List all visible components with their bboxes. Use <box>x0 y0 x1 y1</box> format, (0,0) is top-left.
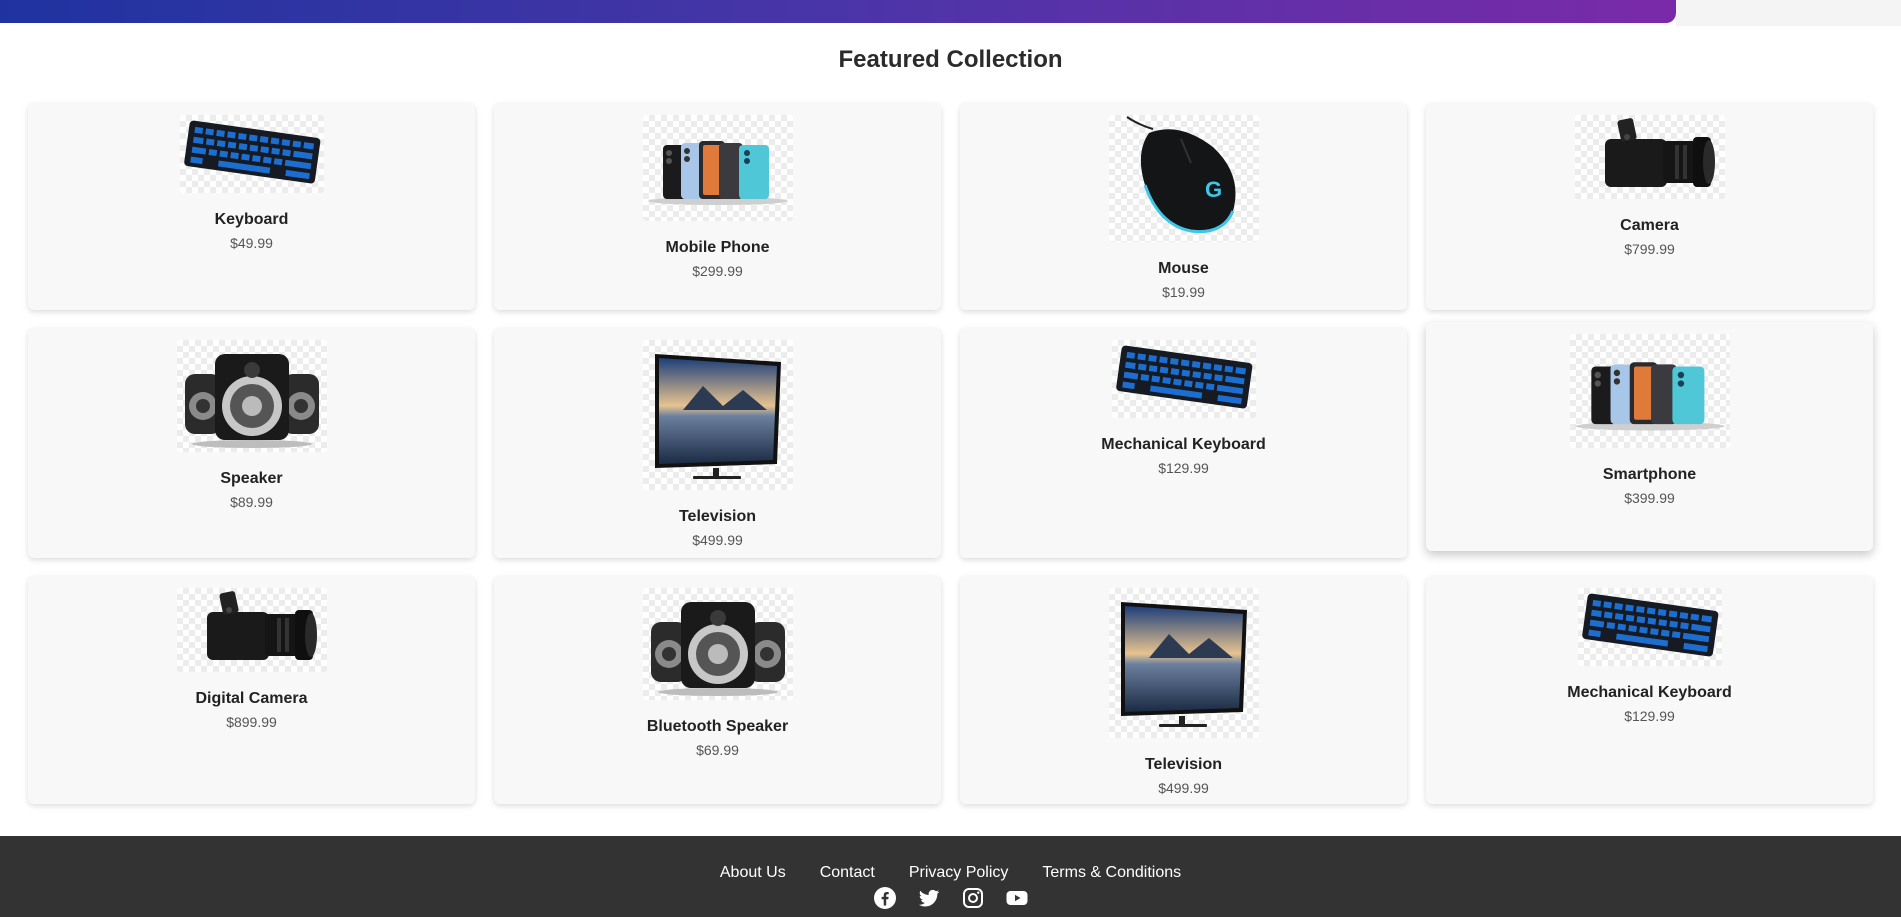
product-image-keyboard <box>1577 588 1722 666</box>
product-price: $499.99 <box>692 532 743 548</box>
product-price: $899.99 <box>226 714 277 730</box>
product-name: Camera <box>1620 217 1679 234</box>
footer-link-about-us[interactable]: About Us <box>720 864 786 882</box>
product-card[interactable]: Mechanical Keyboard $129.99 <box>960 328 1407 558</box>
product-price: $89.99 <box>230 494 273 510</box>
product-price: $129.99 <box>1624 708 1675 724</box>
youtube-icon[interactable] <box>1005 886 1029 910</box>
product-name: Keyboard <box>214 211 289 228</box>
product-image-phones <box>642 115 793 221</box>
product-card[interactable]: Mobile Phone $299.99 <box>494 103 941 310</box>
product-name: Bluetooth Speaker <box>646 718 789 735</box>
product-row: Digital Camera $899.99 Bluetooth Speaker… <box>28 576 1874 804</box>
product-name: Television <box>1144 756 1223 773</box>
product-name: Mouse <box>1158 260 1209 277</box>
instagram-icon[interactable] <box>961 886 985 910</box>
product-row: Keyboard $49.99 Mobile Phone $299.99 G M… <box>28 103 1874 310</box>
product-price: $69.99 <box>696 742 739 758</box>
product-price: $19.99 <box>1162 284 1205 300</box>
product-name: Television <box>678 508 757 525</box>
product-name: Speaker <box>220 470 283 487</box>
product-grid: Keyboard $49.99 Mobile Phone $299.99 G M… <box>28 103 1874 822</box>
product-card[interactable]: Television $499.99 <box>494 328 941 558</box>
product-image-mouse: G <box>1108 115 1259 242</box>
product-card[interactable]: Digital Camera $899.99 <box>28 576 475 804</box>
footer-link-contact[interactable]: Contact <box>820 864 875 882</box>
product-image-keyboard <box>179 115 324 193</box>
page-title: Featured Collection <box>838 46 1063 73</box>
product-card[interactable]: Smartphone $399.99 <box>1426 322 1873 551</box>
product-image-television <box>1108 588 1259 738</box>
product-image-camera <box>176 588 327 672</box>
product-price: $49.99 <box>230 235 273 251</box>
footer-nav: About Us Contact Privacy Policy Terms & … <box>0 864 1901 882</box>
social-links <box>0 886 1901 910</box>
product-name: Digital Camera <box>195 690 308 707</box>
header-bar-gap <box>1676 0 1901 26</box>
product-price: $799.99 <box>1624 241 1675 257</box>
product-image-speaker <box>176 340 327 452</box>
product-image-phones <box>1569 334 1730 448</box>
svg-text:G: G <box>1205 177 1222 202</box>
product-price: $499.99 <box>1158 780 1209 796</box>
product-image-keyboard <box>1111 340 1256 418</box>
product-image-television <box>642 340 793 490</box>
product-row: Speaker $89.99 Television $499.99 Mechan… <box>28 322 1874 558</box>
product-card[interactable]: Speaker $89.99 <box>28 328 475 558</box>
product-card[interactable]: Keyboard $49.99 <box>28 103 475 310</box>
facebook-icon[interactable] <box>873 886 897 910</box>
product-price: $129.99 <box>1158 460 1209 476</box>
product-price: $299.99 <box>692 263 743 279</box>
product-image-camera <box>1574 115 1725 199</box>
product-card[interactable]: Television $499.99 <box>960 576 1407 804</box>
footer-link-terms[interactable]: Terms & Conditions <box>1042 864 1181 882</box>
footer-link-privacy-policy[interactable]: Privacy Policy <box>909 864 1009 882</box>
product-name: Mobile Phone <box>665 239 770 256</box>
product-name: Smartphone <box>1602 466 1697 483</box>
product-card[interactable]: Bluetooth Speaker $69.99 <box>494 576 941 804</box>
product-card[interactable]: Mechanical Keyboard $129.99 <box>1426 576 1873 804</box>
product-name: Mechanical Keyboard <box>1101 436 1266 453</box>
product-name: Mechanical Keyboard <box>1567 684 1732 701</box>
product-price: $399.99 <box>1624 490 1675 506</box>
product-image-speaker <box>642 588 793 700</box>
site-footer: About Us Contact Privacy Policy Terms & … <box>0 836 1901 917</box>
header-gradient-bar <box>0 0 1676 23</box>
product-card[interactable]: G Mouse $19.99 <box>960 103 1407 310</box>
twitter-icon[interactable] <box>917 886 941 910</box>
product-card[interactable]: Camera $799.99 <box>1426 103 1873 310</box>
